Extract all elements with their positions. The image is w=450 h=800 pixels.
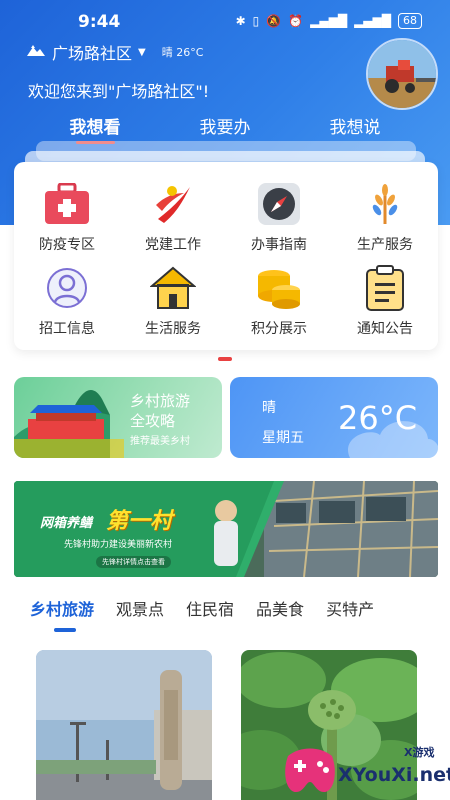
service-production[interactable]: 生产服务 <box>332 180 438 254</box>
tab-specialty[interactable]: 买特产 <box>326 596 374 620</box>
tourism-subtitle: 推荐最美乡村 <box>130 436 190 447</box>
eel-farming-banner[interactable]: 网箱养鳝 第一村 先锋村助力建设美丽新农村 先锋村详情点击查看 <box>14 481 438 577</box>
weather-temperature: 26°C <box>338 399 418 437</box>
status-time: 9:44 <box>78 12 121 32</box>
service-label: 办事指南 <box>251 237 307 253</box>
status-icons: ✱ ▯ 🔕 ⏰ ▂▄▆█ ▂▄▆█ 68 <box>236 13 422 29</box>
tab-rural-tourism[interactable]: 乡村旅游 <box>30 596 94 620</box>
first-aid-kit-icon <box>43 180 91 228</box>
watermark: X游戏 XYouXi.net <box>280 742 450 798</box>
weather-day: 星期五 <box>262 430 304 446</box>
location-name[interactable]: 广场路社区 <box>52 40 132 64</box>
coins-icon <box>255 264 303 312</box>
service-guide[interactable]: 办事指南 <box>226 180 332 254</box>
service-label: 招工信息 <box>39 321 95 337</box>
service-label: 通知公告 <box>357 321 413 337</box>
tourism-illustration <box>14 389 124 458</box>
bluetooth-icon: ✱ <box>235 14 246 28</box>
banner-cta[interactable]: 先锋村详情点击查看 <box>96 556 171 568</box>
mute-icon: 🔕 <box>266 14 282 28</box>
tourism-title-line1: 乡村旅游 <box>130 392 191 410</box>
service-label: 积分展示 <box>251 321 307 337</box>
alarm-icon: ⏰ <box>288 14 304 28</box>
service-life[interactable]: 生活服务 <box>120 264 226 338</box>
service-party[interactable]: 党建工作 <box>120 180 226 254</box>
tab-want-to-see[interactable]: 我想看 <box>70 113 121 144</box>
watermark-text: XYouXi.net <box>338 764 450 786</box>
weather-condition: 晴 <box>262 400 276 416</box>
service-label: 党建工作 <box>145 237 201 253</box>
service-notice[interactable]: 通知公告 <box>332 264 438 338</box>
content-card-village-road[interactable] <box>36 650 212 800</box>
service-points[interactable]: 积分展示 <box>226 264 332 338</box>
banner-tagline: 先锋村助力建设美丽新农村 <box>64 540 173 550</box>
battery-icon: 68 <box>398 13 422 29</box>
service-jobs[interactable]: 招工信息 <box>14 264 120 338</box>
chevron-down-icon[interactable]: ▼ <box>138 47 146 58</box>
banner-headline: 第一村 <box>106 509 173 534</box>
banner-prefix: 网箱养鳝 <box>40 516 93 531</box>
service-epidemic[interactable]: 防疫专区 <box>14 180 120 254</box>
tourism-title-line2: 全攻略 <box>130 412 176 430</box>
vibrate-icon: ▯ <box>252 14 260 28</box>
compass-icon <box>255 180 303 228</box>
house-icon <box>149 264 197 312</box>
status-bar: 9:44 ✱ ▯ 🔕 ⏰ ▂▄▆█ ▂▄▆█ 68 <box>0 0 450 44</box>
tab-to-say[interactable]: 我想说 <box>330 113 381 144</box>
community-icon <box>26 42 46 62</box>
signal-4g-icon: ▂▄▆█ <box>310 14 348 28</box>
rural-tourism-card[interactable]: 乡村旅游 全攻略 推荐最美乡村 <box>14 377 222 458</box>
village-road-image <box>36 650 212 800</box>
service-label: 生产服务 <box>357 237 413 253</box>
signal-4g-icon: ▂▄▆█ <box>354 14 391 28</box>
content-tabs: 乡村旅游 观景点 住民宿 品美食 买特产 <box>30 596 374 620</box>
wheat-icon <box>361 180 409 228</box>
avatar[interactable] <box>366 38 438 110</box>
weather-card[interactable]: 晴 星期五 26°C <box>230 377 438 458</box>
services-grid: 防疫专区 党建工作 办事指南 生产服务 招工信息 生活服务 积分展示 通知公告 <box>14 180 438 338</box>
clipboard-icon <box>361 264 409 312</box>
party-emblem-icon <box>149 180 197 228</box>
active-tab-indicator <box>54 628 76 632</box>
tab-scenic-spots[interactable]: 观景点 <box>116 596 164 620</box>
tab-to-do[interactable]: 我要办 <box>200 113 251 144</box>
watermark-small-text: X游戏 <box>404 746 435 759</box>
location-bar[interactable]: 广场路社区 ▼ 晴 26°C <box>26 40 203 64</box>
tab-homestay[interactable]: 住民宿 <box>186 596 234 620</box>
worker-icon <box>43 264 91 312</box>
tourism-title: 乡村旅游 全攻略 <box>130 391 190 431</box>
page-indicator <box>218 357 232 361</box>
weather-mini: 晴 26°C <box>161 46 204 59</box>
service-label: 防疫专区 <box>39 237 95 253</box>
welcome-text: 欢迎您来到"广场路社区"! <box>28 82 210 101</box>
service-label: 生活服务 <box>145 321 201 337</box>
gamepad-icon <box>285 748 335 792</box>
header-tabs: 我想看 我要办 我想说 <box>0 113 450 144</box>
services-card: 防疫专区 党建工作 办事指南 生产服务 招工信息 生活服务 积分展示 通知公告 <box>14 162 438 350</box>
tab-food[interactable]: 品美食 <box>256 596 304 620</box>
